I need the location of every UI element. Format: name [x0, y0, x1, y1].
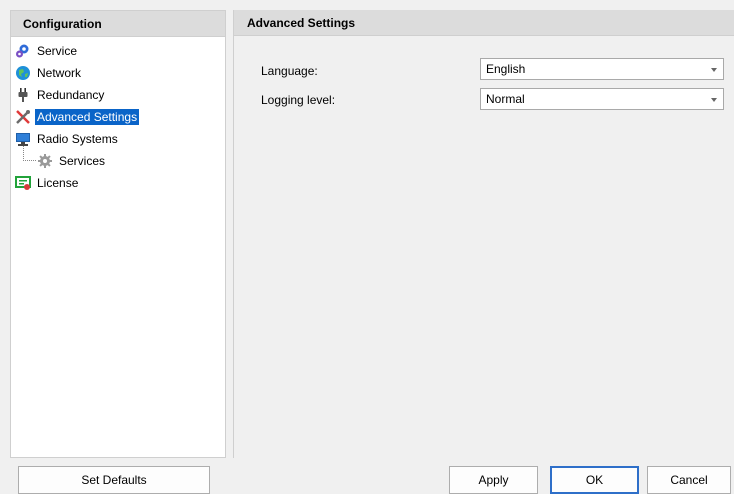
logging-level-label: Logging level: [261, 93, 336, 107]
tree-item-label: Services [59, 154, 106, 168]
gear-blue-icon [15, 43, 31, 59]
set-defaults-button[interactable]: Set Defaults [18, 466, 210, 494]
configuration-header: Configuration [11, 11, 225, 37]
monitor-icon [15, 131, 31, 147]
tree-item-label: Redundancy [37, 88, 105, 102]
plug-icon [15, 87, 31, 103]
tools-icon [15, 109, 31, 125]
gear-gray-icon [37, 153, 53, 169]
tree-item-service[interactable]: Service [11, 40, 225, 62]
logging-level-select[interactable]: Normal [480, 88, 724, 110]
ok-button[interactable]: OK [550, 466, 639, 494]
tree-item-label: License [37, 176, 79, 190]
tree-item-label: Advanced Settings [35, 109, 140, 125]
settings-header: Advanced Settings [234, 10, 734, 36]
settings-panel: Advanced Settings Language: English Logg… [233, 10, 734, 458]
tree-item-network[interactable]: Network [11, 62, 225, 84]
tree-item-services[interactable]: Services [11, 146, 225, 172]
language-select[interactable]: English [480, 58, 724, 80]
globe-icon [15, 65, 31, 81]
tree-item-advanced-settings[interactable]: Advanced Settings [11, 106, 225, 128]
configuration-panel: Configuration Service Network Redundancy… [10, 10, 226, 458]
language-value: English [486, 62, 526, 76]
license-icon [15, 175, 31, 191]
tree-item-radio-systems[interactable]: Radio Systems [11, 128, 225, 150]
tree-item-label: Network [37, 66, 82, 80]
tree-connector [23, 146, 36, 161]
language-label: Language: [261, 64, 318, 78]
tree-item-redundancy[interactable]: Redundancy [11, 84, 225, 106]
tree-item-license[interactable]: License [11, 172, 225, 194]
configuration-tree: Service Network Redundancy Advanced Sett… [11, 37, 225, 194]
cancel-button[interactable]: Cancel [647, 466, 731, 494]
apply-button[interactable]: Apply [449, 466, 538, 494]
tree-item-label: Service [37, 44, 78, 58]
logging-level-value: Normal [486, 92, 525, 106]
chevron-down-icon [711, 98, 717, 102]
tree-item-label: Radio Systems [37, 132, 118, 146]
chevron-down-icon [711, 68, 717, 72]
